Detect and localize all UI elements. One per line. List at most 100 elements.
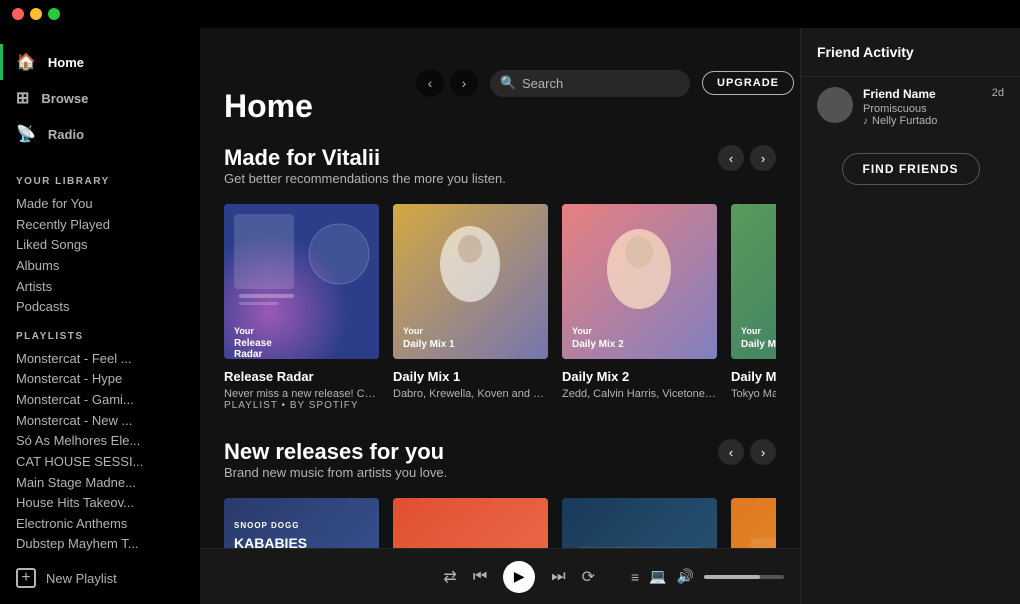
volume-slider[interactable] bbox=[704, 575, 784, 579]
svg-text:Your: Your bbox=[234, 326, 254, 336]
player-controls: ⇄ ⏮ ▶ ⏭ ⟳ bbox=[423, 561, 614, 593]
minimize-button[interactable] bbox=[30, 8, 42, 20]
friend-info: Friend Name Promiscuous ♪ Nelly Furtado bbox=[863, 87, 982, 127]
sidebar-artists[interactable]: Artists bbox=[0, 274, 200, 295]
playlists-section-label: PLAYLISTS bbox=[0, 315, 200, 346]
previous-button[interactable]: ⏮ bbox=[473, 568, 487, 586]
card-release-radar-badge: PLAYLIST • BY SPOTIFY bbox=[224, 400, 379, 411]
plus-icon: + bbox=[16, 568, 36, 588]
card-thumb-daily-mix-1: Your Daily Mix 1 bbox=[393, 204, 548, 359]
sidebar-item-browse-label: Browse bbox=[41, 91, 88, 106]
home-icon: 🏠 bbox=[16, 52, 36, 72]
sidebar-item-radio[interactable]: 📡 Radio bbox=[0, 116, 200, 152]
devices-icon[interactable]: 💻 bbox=[649, 568, 666, 585]
content-wrapper: ‹ › 🔍 UPGRADE Vitalii ▾ Home bbox=[200, 28, 800, 604]
volume-fill bbox=[704, 575, 760, 579]
find-friends-button[interactable]: FIND FRIENDS bbox=[842, 153, 980, 185]
section2-title[interactable]: New releases for you bbox=[224, 439, 447, 465]
friend-name: Friend Name bbox=[863, 87, 982, 101]
section1-prev-button[interactable]: ‹ bbox=[718, 145, 744, 171]
new-playlist-label: New Playlist bbox=[46, 571, 117, 586]
playlist-7[interactable]: Main Stage Madne... bbox=[0, 470, 200, 491]
radio-icon: 📡 bbox=[16, 124, 36, 144]
card-thumb-nr1: SNOOP DOGG KABABIES bbox=[224, 498, 379, 548]
playlist-5[interactable]: Só As Melhores Ele... bbox=[0, 428, 200, 449]
active-indicator bbox=[0, 44, 3, 80]
maximize-button[interactable] bbox=[48, 8, 60, 20]
card-release-radar[interactable]: Your Release Radar Release Radar Never m… bbox=[224, 204, 379, 411]
queue-icon[interactable]: ≡ bbox=[631, 569, 639, 585]
sidebar-item-browse[interactable]: ⊞ Browse bbox=[0, 80, 200, 116]
repeat-button[interactable]: ⟳ bbox=[582, 567, 595, 587]
card-thumb-daily-mix-2: Your Daily Mix 2 bbox=[562, 204, 717, 359]
card-release-radar-title: Release Radar bbox=[224, 369, 379, 384]
sidebar-item-radio-label: Radio bbox=[48, 127, 84, 142]
new-playlist-button[interactable]: + New Playlist bbox=[0, 560, 200, 596]
svg-text:Radar: Radar bbox=[234, 349, 262, 359]
close-button[interactable] bbox=[12, 8, 24, 20]
playlist-6[interactable]: CAT HOUSE SESSI... bbox=[0, 449, 200, 470]
section1-next-button[interactable]: › bbox=[750, 145, 776, 171]
card-thumb-nr3: SLUSHII bbox=[562, 498, 717, 548]
section2-next-button[interactable]: › bbox=[750, 439, 776, 465]
sidebar-item-home[interactable]: 🏠 Home bbox=[0, 44, 200, 80]
player-bar: ⇄ ⏮ ▶ ⏭ ⟳ ≡ 💻 🔊 bbox=[200, 548, 800, 604]
playlist-4[interactable]: Monstercat - New ... bbox=[0, 408, 200, 429]
section1-subtitle: Get better recommendations the more you … bbox=[224, 171, 506, 186]
playlist-1[interactable]: Monstercat - Feel ... bbox=[0, 346, 200, 367]
shuffle-button[interactable]: ⇄ bbox=[443, 567, 456, 587]
play-button[interactable]: ▶ bbox=[503, 561, 535, 593]
svg-text:SNOOP DOGG: SNOOP DOGG bbox=[234, 521, 299, 530]
made-for-you-section: Made for Vitalii Get better recommendati… bbox=[224, 145, 776, 411]
back-button[interactable]: ‹ bbox=[416, 69, 444, 97]
card-nr4[interactable]: Album 4 Artist 4 bbox=[731, 498, 776, 548]
card-daily-mix-1[interactable]: Your Daily Mix 1 Daily Mix 1 Dabro, Krew… bbox=[393, 204, 548, 411]
sidebar-podcasts[interactable]: Podcasts bbox=[0, 294, 200, 315]
card-daily-mix-2-sub: Zedd, Calvin Harris, Vicetone and more bbox=[562, 388, 717, 400]
new-releases-cards: SNOOP DOGG KABABIES Kababies Snoop Dogg bbox=[224, 498, 776, 548]
playlist-3[interactable]: Monstercat - Gami... bbox=[0, 387, 200, 408]
section2-subtitle: Brand new music from artists you love. bbox=[224, 465, 447, 480]
traffic-lights bbox=[12, 8, 60, 20]
section2-nav: ‹ › bbox=[718, 439, 776, 465]
friend-item: Friend Name Promiscuous ♪ Nelly Furtado … bbox=[801, 77, 1020, 137]
library-section-label: YOUR LIBRARY bbox=[0, 160, 200, 191]
card-nr2[interactable]: JOY TIME Joytime Marshmello bbox=[393, 498, 548, 548]
topbar: ‹ › 🔍 UPGRADE Vitalii ▾ bbox=[400, 56, 580, 110]
forward-button[interactable]: › bbox=[450, 69, 478, 97]
next-button[interactable]: ⏭ bbox=[551, 568, 565, 586]
right-panel: Friend Activity Friend Name Promiscuous … bbox=[800, 28, 1020, 604]
svg-text:Your: Your bbox=[403, 326, 423, 336]
playlist-2[interactable]: Monstercat - Hype bbox=[0, 366, 200, 387]
friend-avatar bbox=[817, 87, 853, 123]
card-daily-mix-2-title: Daily Mix 2 bbox=[562, 369, 717, 384]
card-daily-mix-1-sub: Dabro, Krewella, Koven and more bbox=[393, 388, 548, 400]
section1-title[interactable]: Made for Vitalii bbox=[224, 145, 506, 171]
sidebar-made-for-you[interactable]: Made for You bbox=[0, 191, 200, 212]
titlebar bbox=[0, 0, 1020, 28]
section2-prev-button[interactable]: ‹ bbox=[718, 439, 744, 465]
search-wrap: 🔍 bbox=[490, 70, 690, 97]
card-daily-mix-3-sub: Tokyo Machine, Stonebank, Eminance and m… bbox=[731, 388, 776, 400]
sidebar-liked-songs[interactable]: Liked Songs bbox=[0, 232, 200, 253]
card-nr3[interactable]: SLUSHII Slushii Slushii bbox=[562, 498, 717, 548]
music-note-icon: ♪ bbox=[863, 116, 868, 127]
svg-text:Daily Mix 3: Daily Mix 3 bbox=[741, 339, 776, 350]
playlist-8[interactable]: House Hits Takeov... bbox=[0, 490, 200, 511]
svg-text:Daily Mix 2: Daily Mix 2 bbox=[572, 339, 624, 350]
card-nr1[interactable]: SNOOP DOGG KABABIES Kababies Snoop Dogg bbox=[224, 498, 379, 548]
upgrade-button[interactable]: UPGRADE bbox=[702, 71, 794, 95]
playlist-9[interactable]: Electronic Anthems bbox=[0, 511, 200, 532]
playlist-10[interactable]: Dubstep Mayhem T... bbox=[0, 531, 200, 552]
sidebar-albums[interactable]: Albums bbox=[0, 253, 200, 274]
card-daily-mix-3[interactable]: Your Daily Mix 3 Daily Mix 3 Tokyo Machi… bbox=[731, 204, 776, 411]
sidebar: 🏠 Home ⊞ Browse 📡 Radio YOUR LIBRARY Mad… bbox=[0, 28, 200, 604]
friend-song-name: Nelly Furtado bbox=[872, 115, 937, 127]
sidebar-recently-played[interactable]: Recently Played bbox=[0, 212, 200, 233]
card-daily-mix-3-title: Daily Mix 3 bbox=[731, 369, 776, 384]
volume-icon[interactable]: 🔊 bbox=[677, 568, 694, 585]
search-input[interactable] bbox=[490, 70, 690, 97]
card-thumb-nr4 bbox=[731, 498, 776, 548]
card-daily-mix-2[interactable]: Your Daily Mix 2 Daily Mix 2 Zedd, Calvi… bbox=[562, 204, 717, 411]
section1-nav: ‹ › bbox=[718, 145, 776, 171]
